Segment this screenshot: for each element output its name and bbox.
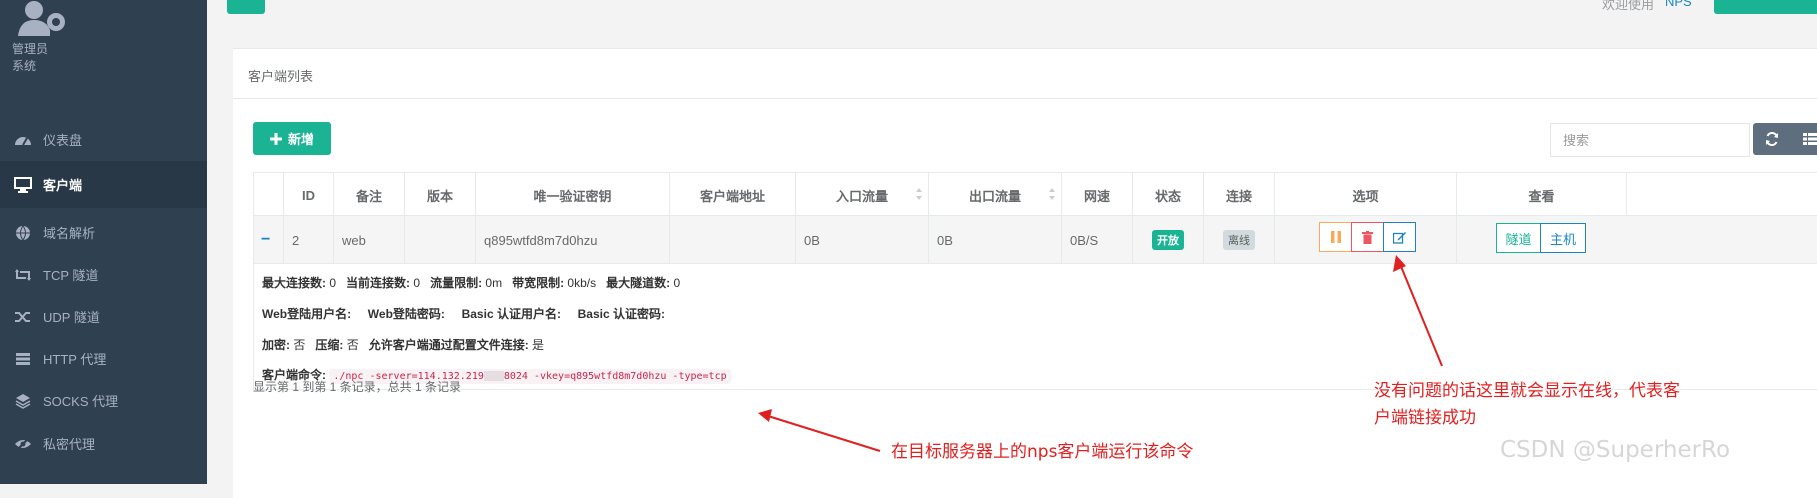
annotation-status-2: 户端链接成功: [1374, 408, 1476, 428]
arrow-to-connection: [1399, 263, 1443, 367]
arrow-head: [1393, 255, 1406, 272]
annotation-command: 在目标服务器上的nps客户端运行该命令: [891, 442, 1194, 462]
annotation-arrows: [758, 255, 1443, 452]
watermark: CSDN @SuperherRo: [1500, 437, 1731, 463]
annotation-status-1: 没有问题的话这里就会显示在线，代表客: [1374, 381, 1680, 401]
arrow-head: [758, 409, 772, 422]
arrow-to-command: [767, 415, 881, 452]
